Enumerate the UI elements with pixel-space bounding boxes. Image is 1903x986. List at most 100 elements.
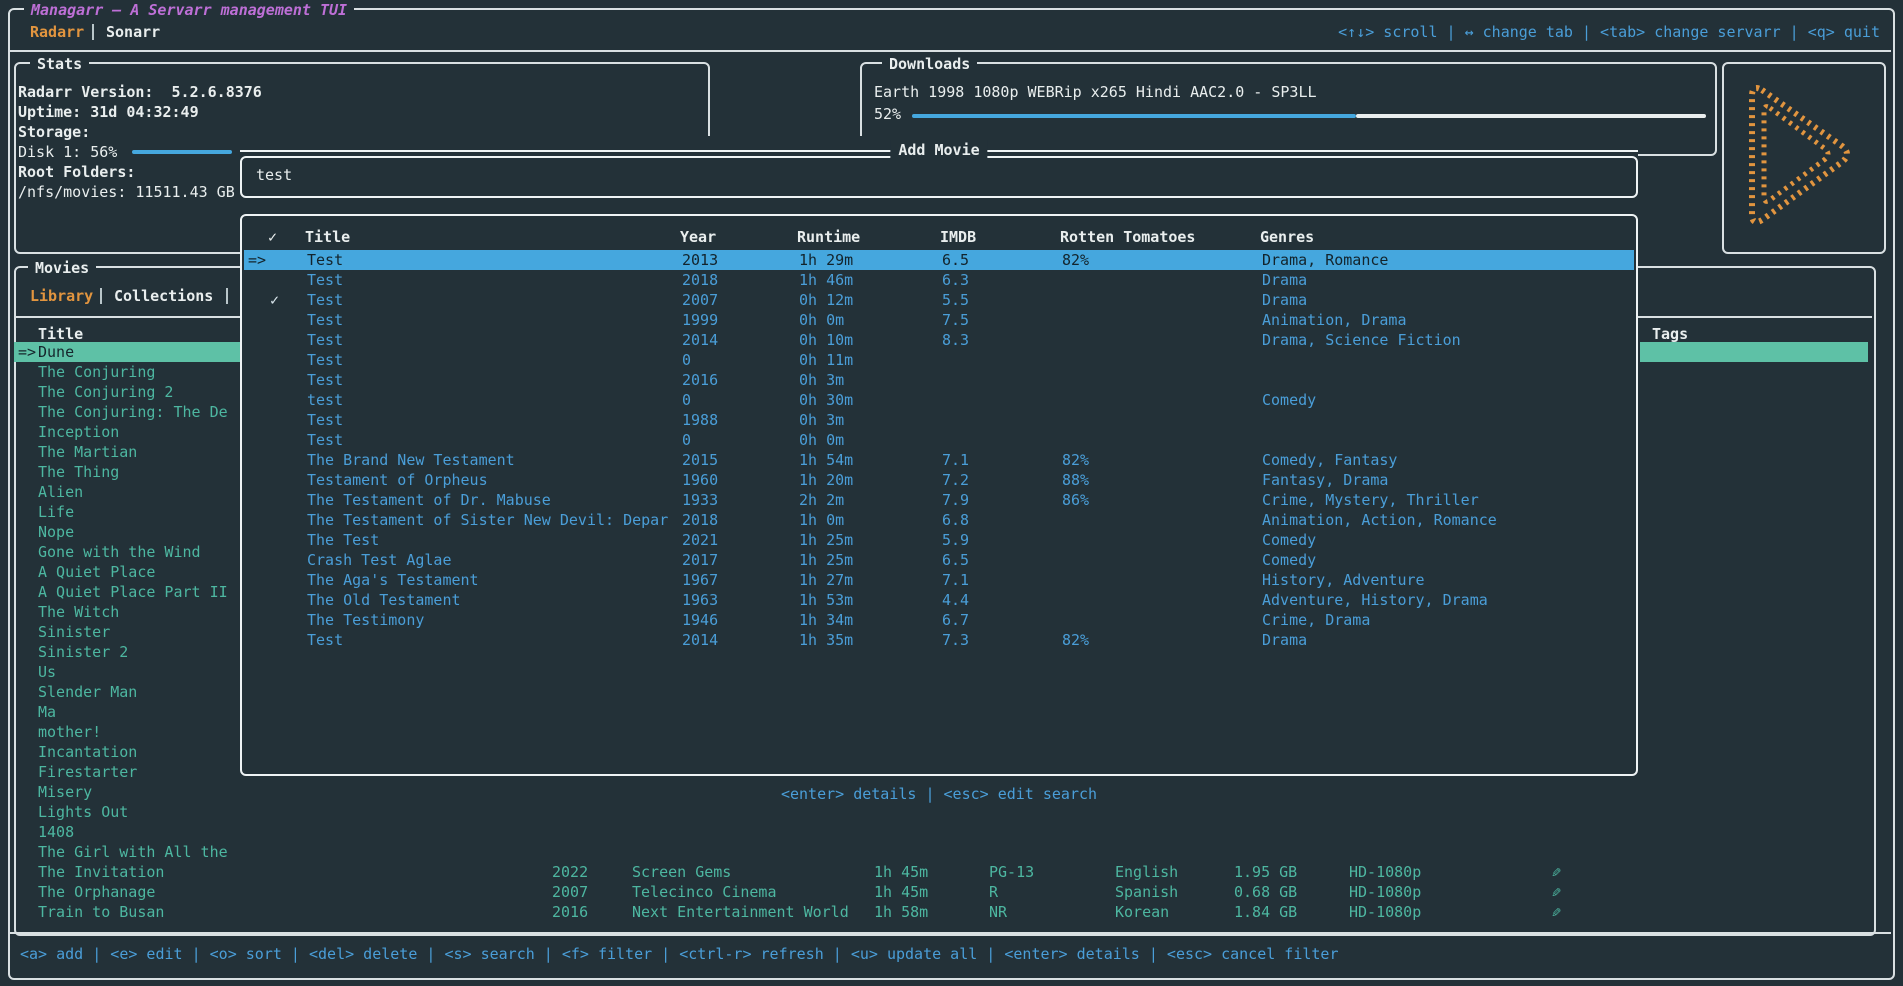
- stats-panel-title: Stats: [30, 54, 89, 74]
- movie-list-item[interactable]: 1408: [14, 822, 240, 842]
- result-imdb: 6.8: [942, 510, 969, 530]
- result-genres: Drama: [1262, 270, 1307, 290]
- movie-list-item[interactable]: Sinister 2: [14, 642, 240, 662]
- movie-list-item[interactable]: The Conjuring: The De: [14, 402, 240, 422]
- result-year: 1999: [682, 310, 718, 330]
- movie-file-row[interactable]: 2022 Screen Gems 1h 45m PG-13 English 1.…: [0, 862, 1903, 882]
- tag-icon: [1552, 902, 1561, 922]
- search-result-row[interactable]: Test 0 0h 11m: [244, 350, 1634, 370]
- download-progress-remainder: [1356, 114, 1706, 118]
- movie-title: Lights Out: [38, 802, 128, 822]
- result-rotten-tomatoes: 86%: [1062, 490, 1089, 510]
- movie-list-item[interactable]: Firestarter: [14, 762, 240, 782]
- download-item-name: Earth 1998 1080p WEBRip x265 Hindi AAC2.…: [874, 82, 1317, 102]
- result-year: 2007: [682, 290, 718, 310]
- movie-list-item[interactable]: The Conjuring: [14, 362, 240, 382]
- search-result-row[interactable]: The Aga's Testament 1967 1h 27m 7.1 Hist…: [244, 570, 1634, 590]
- movie-list-item[interactable]: Incantation: [14, 742, 240, 762]
- search-result-row[interactable]: Test 2014 1h 35m 7.3 82% Drama: [244, 630, 1634, 650]
- search-result-row[interactable]: Test 2016 0h 3m: [244, 370, 1634, 390]
- search-result-row[interactable]: The Old Testament 1963 1h 53m 4.4 Advent…: [244, 590, 1634, 610]
- movie-file-row[interactable]: 2016 Next Entertainment World 1h 58m NR …: [0, 902, 1903, 922]
- result-imdb: 4.4: [942, 590, 969, 610]
- search-result-row[interactable]: Test 0 0h 0m: [244, 430, 1634, 450]
- movie-list-item[interactable]: Inception: [14, 422, 240, 442]
- search-result-row[interactable]: => Test 2013 1h 29m 6.5 82% Drama, Roman…: [244, 250, 1634, 270]
- file-quality: HD-1080p: [1349, 882, 1421, 902]
- movie-list-item[interactable]: Sinister: [14, 622, 240, 642]
- result-runtime: 1h 34m: [799, 610, 853, 630]
- result-title: Test: [307, 310, 343, 330]
- movies-tab-divider-2: [226, 288, 228, 304]
- movie-list-item[interactable]: => Dune: [14, 342, 240, 362]
- movie-list-item[interactable]: Ma: [14, 702, 240, 722]
- result-title: Test: [307, 270, 343, 290]
- result-title: The Testimony: [307, 610, 424, 630]
- column-header-genres: Genres: [1260, 227, 1314, 247]
- search-result-row[interactable]: The Brand New Testament 2015 1h 54m 7.1 …: [244, 450, 1634, 470]
- footer-keybinding-help: <a> add | <e> edit | <o> sort | <del> de…: [20, 944, 1339, 964]
- search-result-row[interactable]: Crash Test Aglae 2017 1h 25m 6.5 Comedy: [244, 550, 1634, 570]
- result-runtime: 1h 25m: [799, 550, 853, 570]
- movie-title: The Conjuring: [38, 362, 155, 382]
- tab-collections[interactable]: Collections: [114, 286, 213, 306]
- movie-list-item[interactable]: The Girl with All the: [14, 842, 240, 862]
- disk-usage-gauge: [132, 150, 232, 154]
- result-runtime: 1h 46m: [799, 270, 853, 290]
- result-runtime: 0h 11m: [799, 350, 853, 370]
- result-year: 1988: [682, 410, 718, 430]
- movie-list-item[interactable]: A Quiet Place: [14, 562, 240, 582]
- result-imdb: 6.5: [942, 250, 969, 270]
- result-imdb: 7.2: [942, 470, 969, 490]
- search-result-row[interactable]: test 0 0h 30m Comedy: [244, 390, 1634, 410]
- tab-library[interactable]: Library: [30, 286, 93, 306]
- column-header-title: Title: [305, 227, 350, 247]
- footer-divider-line: [8, 932, 1891, 934]
- result-genres: Animation, Drama: [1262, 310, 1407, 330]
- tab-radarr[interactable]: Radarr: [30, 22, 84, 42]
- movie-title: The Girl with All the: [38, 842, 228, 862]
- movie-list-item[interactable]: Alien: [14, 482, 240, 502]
- result-runtime: 0h 3m: [799, 370, 844, 390]
- search-result-row[interactable]: Test 2018 1h 46m 6.3 Drama: [244, 270, 1634, 290]
- result-genres: Comedy: [1262, 390, 1316, 410]
- result-year: 1967: [682, 570, 718, 590]
- movie-list-item[interactable]: mother!: [14, 722, 240, 742]
- result-imdb: 6.5: [942, 550, 969, 570]
- search-result-row[interactable]: The Testimony 1946 1h 34m 6.7 Crime, Dra…: [244, 610, 1634, 630]
- movie-list-item[interactable]: The Martian: [14, 442, 240, 462]
- column-header-rotten-tomatoes: Rotten Tomatoes: [1060, 227, 1195, 247]
- search-result-row[interactable]: Test 2014 0h 10m 8.3 Drama, Science Fict…: [244, 330, 1634, 350]
- stats-rootfolder-value: /nfs/movies: 11511.43 GB: [18, 182, 235, 202]
- search-result-row[interactable]: The Testament of Sister New Devil: Depar…: [244, 510, 1634, 530]
- search-result-row[interactable]: Test 1988 0h 3m: [244, 410, 1634, 430]
- result-imdb: 6.7: [942, 610, 969, 630]
- movie-list-item[interactable]: Misery: [14, 782, 240, 802]
- movie-list-item[interactable]: The Witch: [14, 602, 240, 622]
- tab-sonarr[interactable]: Sonarr: [106, 22, 160, 42]
- file-size: 1.95 GB: [1234, 862, 1297, 882]
- movie-list-item[interactable]: Lights Out: [14, 802, 240, 822]
- movie-title: Incantation: [38, 742, 137, 762]
- search-result-row[interactable]: The Testament of Dr. Mabuse 1933 2h 2m 7…: [244, 490, 1634, 510]
- movie-list-item[interactable]: Life: [14, 502, 240, 522]
- movie-search-input[interactable]: [254, 165, 1618, 185]
- file-language: English: [1115, 862, 1178, 882]
- search-result-row[interactable]: The Test 2021 1h 25m 5.9 Comedy: [244, 530, 1634, 550]
- movie-list-item[interactable]: Us: [14, 662, 240, 682]
- file-certification: NR: [989, 902, 1007, 922]
- movie-list-item[interactable]: A Quiet Place Part II: [14, 582, 240, 602]
- movie-list-item[interactable]: The Thing: [14, 462, 240, 482]
- search-result-row[interactable]: Testament of Orpheus 1960 1h 20m 7.2 88%…: [244, 470, 1634, 490]
- search-result-row[interactable]: ✓ Test 2007 0h 12m 5.5 Drama: [244, 290, 1634, 310]
- movie-list-item[interactable]: Gone with the Wind: [14, 542, 240, 562]
- file-size: 0.68 GB: [1234, 882, 1297, 902]
- downloads-panel-title: Downloads: [882, 54, 977, 74]
- result-year: 1960: [682, 470, 718, 490]
- movie-list-item[interactable]: Nope: [14, 522, 240, 542]
- movie-file-row[interactable]: 2007 Telecinco Cinema 1h 45m R Spanish 0…: [0, 882, 1903, 902]
- search-result-row[interactable]: Test 1999 0h 0m 7.5 Animation, Drama: [244, 310, 1634, 330]
- movie-list-item[interactable]: The Conjuring 2: [14, 382, 240, 402]
- movie-list-item[interactable]: Slender Man: [14, 682, 240, 702]
- result-title: The Test: [307, 530, 379, 550]
